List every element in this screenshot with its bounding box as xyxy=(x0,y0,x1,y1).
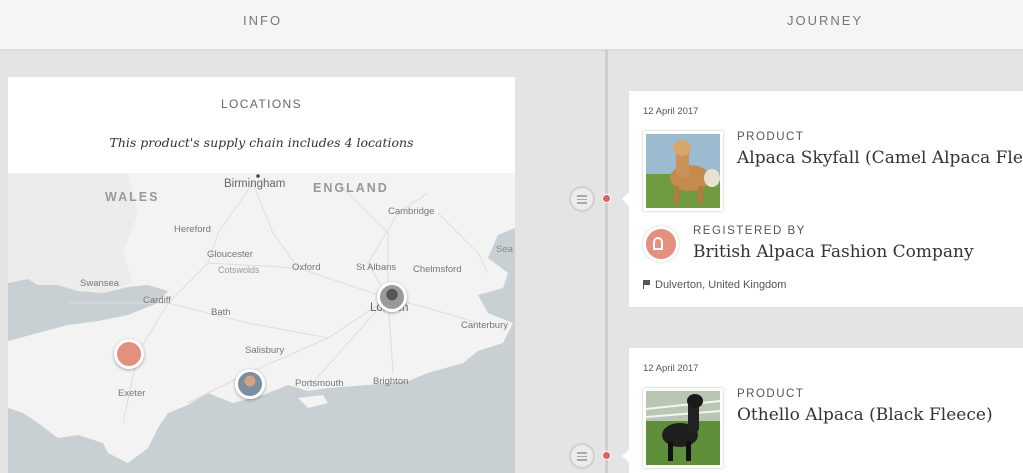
product-image[interactable] xyxy=(643,388,723,468)
map-label-bath: Bath xyxy=(211,307,231,318)
product-name[interactable]: Alpaca Skyfall (Camel Alpaca Fleece) xyxy=(737,148,1023,168)
card-notch xyxy=(622,192,629,206)
brand-logo-icon[interactable] xyxy=(643,226,679,262)
map-label-cotswolds: Cotswolds xyxy=(218,265,260,275)
alpaca-photo-icon xyxy=(646,391,720,465)
map-pin-london[interactable] xyxy=(377,282,407,312)
registered-by-label: REGISTERED BY xyxy=(693,225,806,237)
locations-card: LOCATIONS This product's supply chain in… xyxy=(8,77,515,173)
map-label-swansea: Swansea xyxy=(80,278,120,289)
map-label-brighton: Brighton xyxy=(373,376,409,387)
registered-by-name[interactable]: British Alpaca Fashion Company xyxy=(693,242,974,262)
map-label-gloucester: Gloucester xyxy=(207,249,253,260)
timeline-dot xyxy=(602,194,611,203)
map-label-england: ENGLAND xyxy=(313,181,389,195)
map-label-chelmsford: Chelmsford xyxy=(413,264,462,275)
map-land xyxy=(8,173,515,463)
timeline-line xyxy=(605,50,608,473)
map-label-wales: WALES xyxy=(105,190,160,204)
map-pin-brand[interactable] xyxy=(114,339,144,369)
map-label-portsmouth: Portsmouth xyxy=(295,378,344,389)
map-label-oxford: Oxford xyxy=(292,262,321,273)
journey-date: 12 April 2017 xyxy=(643,106,699,117)
top-tab-bar: INFO JOURNEY xyxy=(0,0,1023,50)
product-image[interactable] xyxy=(643,131,723,211)
map-label-cardiff: Cardiff xyxy=(143,295,171,306)
document-icon[interactable] xyxy=(569,186,595,212)
flag-icon xyxy=(643,280,650,289)
card-notch xyxy=(622,449,629,463)
locations-title: LOCATIONS xyxy=(220,97,303,111)
product-label: PRODUCT xyxy=(737,131,805,143)
locations-map[interactable]: WALES ENGLAND Birmingham Cambridge Heref… xyxy=(8,173,515,473)
journey-date: 12 April 2017 xyxy=(643,363,699,374)
map-label-exeter: Exeter xyxy=(118,388,146,399)
map-label-st-albans: St Albans xyxy=(356,262,397,273)
journey-location: Dulverton, United Kingdom xyxy=(643,279,786,291)
map-label-canterbury: Canterbury xyxy=(461,320,508,331)
map-label-salisbury: Salisbury xyxy=(245,345,285,356)
locations-subtitle: This product's supply chain includes 4 l… xyxy=(109,135,414,150)
product-name[interactable]: Othello Alpaca (Black Fleece) xyxy=(737,405,993,425)
document-icon[interactable] xyxy=(569,443,595,469)
timeline-dot xyxy=(602,451,611,460)
journey-card: 12 April 2017 PRODUCT Othello Alpaca (Bl… xyxy=(622,348,1023,473)
journey-location-text: Dulverton, United Kingdom xyxy=(655,279,787,291)
map-label-birmingham: Birmingham xyxy=(224,178,286,190)
map-label-cambridge: Cambridge xyxy=(388,206,435,217)
map-pin-salisbury[interactable] xyxy=(235,369,265,399)
journey-card: 12 April 2017 PRODUCT Alpaca Skyfall (Ca… xyxy=(622,91,1023,307)
tab-journey[interactable]: JOURNEY xyxy=(787,13,863,28)
product-label: PRODUCT xyxy=(737,388,805,400)
alpaca-photo-icon xyxy=(646,134,720,208)
map-label-hereford: Hereford xyxy=(174,224,211,235)
tab-info[interactable]: INFO xyxy=(243,13,282,28)
map-label-sea: Sea xyxy=(496,244,513,255)
